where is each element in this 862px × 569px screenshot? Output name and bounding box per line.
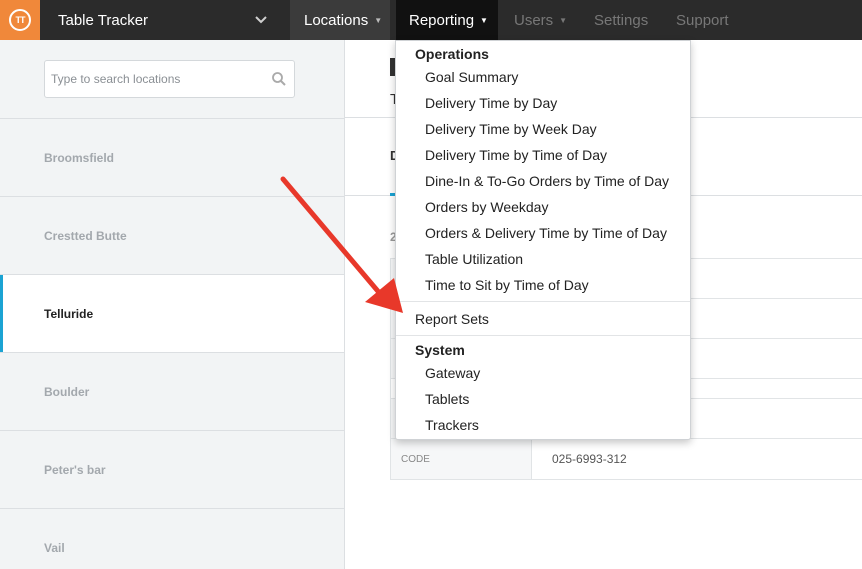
nav-users[interactable]: Users ▼ [514, 0, 567, 40]
nav-reporting-label: Reporting [409, 11, 475, 29]
caret-down-icon: ▼ [480, 15, 488, 25]
menu-item-delivery-time-by-week-day[interactable]: Delivery Time by Week Day [425, 121, 597, 137]
top-navbar: TT Table Tracker Locations ▼ Reporting ▼… [0, 0, 862, 40]
menu-item-delivery-time-by-time-of-day[interactable]: Delivery Time by Time of Day [425, 147, 607, 163]
chevron-down-icon [255, 16, 267, 24]
location-item[interactable]: Vail [0, 509, 344, 569]
location-name: Vail [44, 540, 65, 555]
nav-locations[interactable]: Locations ▼ [290, 0, 390, 40]
reporting-dropdown-menu: Operations Goal Summary Delivery Time by… [395, 40, 691, 440]
location-item[interactable]: Boulder [0, 353, 344, 431]
menu-item-orders-delivery-time[interactable]: Orders & Delivery Time by Time of Day [425, 225, 667, 241]
location-item-active[interactable]: Telluride [0, 275, 344, 353]
menu-item-dine-in-to-go-orders[interactable]: Dine-In & To-Go Orders by Time of Day [425, 173, 669, 189]
menu-item-time-to-sit[interactable]: Time to Sit by Time of Day [425, 277, 589, 293]
menu-item-delivery-time-by-day[interactable]: Delivery Time by Day [425, 95, 557, 111]
nav-locations-label: Locations [304, 11, 369, 29]
location-list: Broomsfield Crestted Butte Telluride Bou… [0, 118, 344, 569]
location-name: Telluride [44, 306, 94, 321]
menu-item-report-sets[interactable]: Report Sets [415, 311, 489, 327]
nav-users-label: Users [514, 11, 554, 29]
logo-text: TT [9, 9, 31, 31]
menu-item-tablets[interactable]: Tablets [425, 391, 469, 407]
search-input[interactable] [45, 61, 265, 97]
location-item[interactable]: Crestted Butte [0, 197, 344, 275]
nav-support-label: Support [676, 11, 729, 29]
menu-header-system: System [415, 342, 465, 358]
menu-divider [396, 301, 690, 302]
location-item[interactable]: Broomsfield [0, 119, 344, 197]
location-name: Broomsfield [44, 150, 115, 165]
search-icon[interactable] [271, 71, 287, 87]
locations-sidebar: Broomsfield Crestted Butte Telluride Bou… [0, 40, 345, 569]
location-item[interactable]: Peter's bar [0, 431, 344, 509]
row-value: 025-6993-312 [552, 452, 627, 466]
location-name: Boulder [44, 384, 90, 399]
menu-item-goal-summary[interactable]: Goal Summary [425, 69, 518, 85]
brand-name: Table Tracker [58, 11, 149, 29]
nav-settings-label: Settings [594, 11, 649, 29]
search-box [44, 60, 295, 98]
menu-item-gateway[interactable]: Gateway [425, 365, 480, 381]
nav-settings[interactable]: Settings [594, 0, 648, 40]
location-name: Peter's bar [44, 462, 106, 477]
caret-down-icon: ▼ [374, 15, 383, 25]
nav-reporting[interactable]: Reporting ▼ [396, 0, 498, 40]
menu-item-orders-by-weekday[interactable]: Orders by Weekday [425, 199, 548, 215]
caret-down-icon: ▼ [559, 15, 568, 25]
row-key: CODE [391, 439, 532, 479]
table-row: CODE 025-6993-312 [391, 439, 862, 479]
logo-icon[interactable]: TT [0, 0, 40, 40]
menu-header-operations: Operations [415, 46, 489, 62]
menu-divider [396, 335, 690, 336]
nav-support[interactable]: Support [676, 0, 729, 40]
menu-item-table-utilization[interactable]: Table Utilization [425, 251, 523, 267]
location-name: Crestted Butte [44, 228, 127, 243]
menu-item-trackers[interactable]: Trackers [425, 417, 479, 433]
brand-switcher[interactable]: Table Tracker [40, 0, 290, 40]
